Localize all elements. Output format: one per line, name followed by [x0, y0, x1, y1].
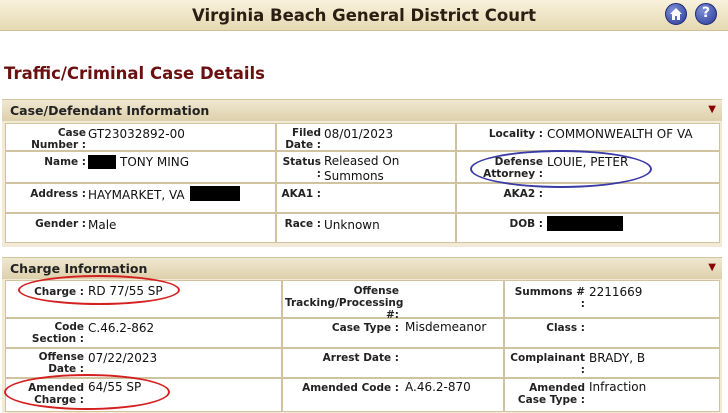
amended-charge-label: Amended Charge :	[28, 382, 84, 406]
amended-code-value: A.46.2-870	[405, 380, 471, 394]
case-type-cell: Case Type : Misdemeanor	[282, 318, 504, 348]
case-type-value: Misdemeanor	[405, 320, 487, 334]
summons-value: 2211669	[589, 285, 643, 299]
case-type-label: Case Type :	[331, 322, 399, 334]
filed-date-label: Filed Date :	[285, 127, 321, 151]
tracking-label: Offense Tracking/Processing #:	[285, 285, 404, 321]
charge-panel: Charge : RD 77/55 SP Offense Tracking/Pr…	[2, 279, 722, 413]
arrest-date-label: Arrest Date :	[322, 352, 399, 364]
help-icon[interactable]: ?	[695, 3, 717, 25]
race-label: Race :	[284, 218, 321, 230]
case-number-cell: Case Number : GT23032892-00	[5, 123, 276, 151]
summons-cell: Summons # : 2211669	[504, 280, 720, 318]
charge-section-title: Charge Information	[10, 261, 148, 276]
charge-cell: Charge : RD 77/55 SP	[5, 280, 282, 318]
redaction-block	[88, 155, 116, 169]
top-bar: Virginia Beach General District Court ?	[0, 0, 728, 31]
filed-date-cell: Filed Date : 08/01/2023	[276, 123, 456, 151]
redaction-block	[547, 216, 623, 231]
code-section-label: Code Section :	[31, 321, 84, 345]
dob-label: DOB :	[509, 218, 544, 230]
aka1-label: AKA1 :	[281, 188, 321, 200]
page-title: Traffic/Criminal Case Details	[4, 64, 265, 83]
address-label: Address :	[30, 188, 86, 200]
complainant-value: BRADY, B	[589, 351, 646, 365]
locality-cell: Locality : COMMONWEALTH OF VA	[456, 123, 720, 151]
amended-case-type-label: Amended Case Type :	[517, 382, 585, 406]
gender-label: Gender :	[35, 218, 86, 230]
aka1-cell: AKA1 :	[276, 183, 456, 213]
status-value: Released On Summons	[324, 154, 400, 183]
status-cell: Status : Released On Summons	[276, 151, 456, 183]
summons-label: Summons # :	[514, 286, 585, 310]
charge-value: RD 77/55 SP	[88, 284, 163, 298]
amended-code-cell: Amended Code : A.46.2-870	[282, 378, 504, 412]
case-panel: Case Number : GT23032892-00 Filed Date :…	[2, 121, 722, 247]
amended-code-label: Amended Code :	[302, 382, 399, 394]
offense-date-value: 07/22/2023	[88, 351, 158, 365]
locality-label: Locality :	[488, 128, 543, 140]
amended-case-type-value: Infraction	[589, 380, 647, 394]
address-value: HAYMARKET, VA	[88, 188, 185, 202]
race-cell: Race : Unknown	[276, 213, 456, 243]
offense-date-cell: Offense Date : 07/22/2023	[5, 348, 282, 378]
help-glyph: ?	[701, 5, 711, 21]
collapse-arrow-icon[interactable]: ▼	[708, 104, 716, 115]
offense-date-label: Offense Date :	[38, 351, 84, 375]
gender-cell: Gender : Male	[5, 213, 276, 243]
aka2-label: AKA2 :	[503, 188, 543, 200]
complainant-label: Complainant :	[510, 352, 585, 376]
home-icon[interactable]	[665, 3, 687, 25]
redaction-block	[190, 186, 240, 201]
amended-charge-value: 64/55 SP	[88, 380, 142, 394]
name-value: TONY MING	[120, 155, 190, 169]
charge-section-header[interactable]: Charge Information ▼	[2, 257, 722, 279]
defense-attorney-value: LOUIE, PETER	[547, 155, 629, 169]
filed-date-value: 08/01/2023	[324, 127, 394, 141]
home-glyph	[670, 8, 682, 20]
case-number-label: Case Number :	[31, 127, 86, 151]
name-label: Name :	[44, 156, 86, 168]
case-number-value: GT23032892-00	[88, 127, 185, 141]
tracking-cell: Offense Tracking/Processing #:	[282, 280, 504, 321]
dob-cell: DOB :	[456, 213, 720, 243]
case-section-header[interactable]: Case/Defendant Information ▼	[2, 99, 722, 121]
complainant-cell: Complainant : BRADY, B	[504, 348, 720, 378]
code-section-value: C.46.2-862	[88, 321, 155, 335]
class-cell: Class :	[504, 318, 720, 348]
locality-value: COMMONWEALTH OF VA	[547, 127, 693, 141]
race-value: Unknown	[324, 218, 380, 232]
code-section-cell: Code Section : C.46.2-862	[5, 318, 282, 348]
aka2-cell: AKA2 :	[456, 183, 720, 213]
amended-case-type-cell: Amended Case Type : Infraction	[504, 378, 720, 412]
defense-attorney-cell: Defense Attorney : LOUIE, PETER	[456, 151, 720, 183]
defense-attorney-label: Defense Attorney :	[483, 156, 543, 180]
charge-label: Charge :	[34, 286, 84, 298]
class-label: Class :	[546, 322, 585, 334]
collapse-arrow-icon[interactable]: ▼	[708, 262, 716, 273]
gender-value: Male	[88, 218, 117, 232]
name-cell: Name : TONY MING	[5, 151, 276, 183]
court-name: Virginia Beach General District Court	[191, 6, 537, 25]
status-label: Status :	[282, 156, 321, 180]
amended-charge-cell: Amended Charge : 64/55 SP	[5, 378, 282, 412]
address-cell: Address : HAYMARKET, VA	[5, 183, 276, 213]
case-section-title: Case/Defendant Information	[10, 103, 210, 118]
arrest-date-cell: Arrest Date :	[282, 348, 504, 378]
